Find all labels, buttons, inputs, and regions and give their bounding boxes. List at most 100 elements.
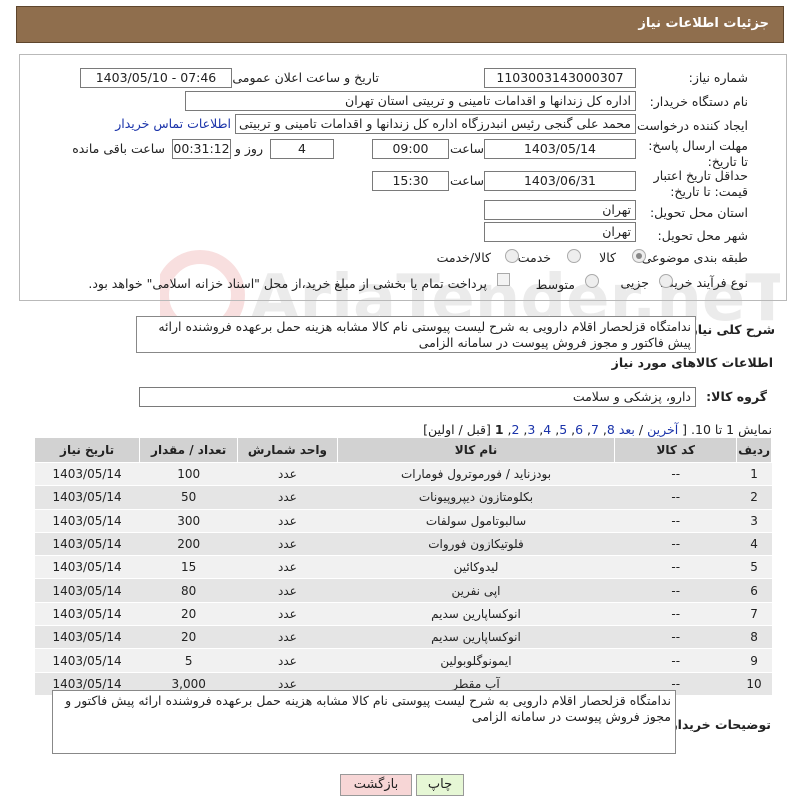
col-header-name: نام کالا [336,437,616,463]
payment-note: پرداخت تمام یا بخشی از مبلغ خرید،از محل … [88,276,487,291]
remaining-time-field: 00:31:12 [172,139,231,159]
col-header-quantity: تعداد / مقدار [139,437,239,463]
category-label: طبقه بندی موضوعی: [637,250,748,265]
cell-code: -- [614,555,737,580]
table-row: 3 -- سالبوتامول سولفات عدد 300 1403/05/14 [34,509,772,533]
pagination-last-link[interactable]: آخرین [647,422,678,437]
cell-date: 1403/05/14 [34,485,140,510]
table-row: 4 -- فلوتیکازون فوروات عدد 200 1403/05/14 [34,532,772,557]
table-row: 8 -- انوکساپارین سدیم عدد 20 1403/05/14 [34,625,772,650]
requester-label: ایجاد کننده درخواست: [632,118,748,133]
deadline-date-field: 1403/05/14 [484,139,636,159]
buyer-notes-label: توضیحات خریدار: [665,717,771,732]
process-radio-minor[interactable] [659,274,673,288]
goods-group-label: گروه کالا: [706,389,767,404]
table-row: 5 -- لیدوکائین عدد 15 1403/05/14 [34,555,772,580]
pagination-page-7[interactable]: 7 [591,422,599,437]
summary-text: ندامتگاه قزلحصار اقلام دارویی به شرح لیس… [136,316,696,353]
validity-date-field: 1403/06/31 [484,171,636,191]
requester-field: محمد علی گنجی رئیس انبدرزگاه اداره کل زن… [235,114,636,134]
validity-label: حداقل تاریخ اعتبار قیمت: تا تاریخ: [653,168,748,199]
cell-name: ایمونوگلوبولین [337,648,615,673]
table-row: 2 -- بکلومتازون دیپروپیونات عدد 50 1403/05/14 [34,485,772,510]
cell-quantity: 300 [139,509,238,533]
category-radio-service[interactable] [567,249,581,263]
cell-quantity: 5 [139,648,238,673]
process-option-medium: متوسط [535,277,575,292]
cell-unit: عدد [237,555,338,580]
pagination-page-8[interactable]: 8 [607,422,615,437]
pagination-page-3[interactable]: 3 [527,422,535,437]
cell-unit: عدد [237,578,338,603]
cell-quantity: 15 [139,555,238,580]
buyer-org-field: اداره کل زندانها و اقدامات تامینی و تربی… [185,91,636,111]
cell-row-number: 7 [736,602,772,627]
cell-unit: عدد [237,602,338,627]
pagination-next-link[interactable]: بعد [619,422,635,437]
goods-table: ردیف کد کالا نام کالا واحد شمارش تعداد /… [33,437,772,696]
category-option-goods-service: کالا/خدمت [436,250,491,265]
remaining-label: ساعت باقی مانده [72,141,165,156]
province-label: استان محل تحویل: [649,205,748,220]
deadline-hour-field: 09:00 [372,139,449,159]
cell-name: انوکساپارین سدیم [337,625,615,650]
deadline-hour-label: ساعت [449,141,484,156]
pagination-page-5[interactable]: 5 [559,422,567,437]
deadline-label: مهلت ارسال پاسخ: تا تاریخ: [648,138,748,169]
cell-name: انوکساپارین سدیم [337,602,615,627]
goods-section-title: اطلاعات کالاهای مورد نیاز [611,355,773,370]
table-row: 7 -- انوکساپارین سدیم عدد 20 1403/05/14 [34,602,772,627]
validity-hour-label: ساعت [449,173,484,188]
cell-code: -- [614,648,737,673]
need-number-label: شماره نیاز: [688,70,748,85]
cell-code: -- [614,532,737,557]
buyer-notes-text: ندامتگاه قزلحصار اقلام دارویی به شرح لیس… [52,690,676,754]
cell-date: 1403/05/14 [34,462,140,487]
cell-unit: عدد [237,485,338,510]
cell-row-number: 4 [736,532,772,557]
process-radio-medium[interactable] [585,274,599,288]
category-option-service: خدمت [517,250,551,265]
cell-code: -- [614,509,737,533]
col-header-unit: واحد شمارش [237,437,338,463]
city-label: شهر محل تحویل: [657,228,748,243]
payment-checkbox[interactable] [497,273,510,286]
days-field: 4 [270,139,334,159]
cell-name: اپی نفرین [337,578,615,603]
cell-name: بودزناید / فورموترول فومارات [337,462,615,487]
cell-row-number: 2 [736,485,772,510]
col-header-row-number: ردیف [736,437,772,463]
cell-code: -- [614,602,737,627]
category-radio-goods-service[interactable] [505,249,519,263]
pagination-page-4[interactable]: 4 [543,422,551,437]
cell-code: -- [614,625,737,650]
cell-quantity: 100 [139,462,238,487]
cell-quantity: 80 [139,578,238,603]
cell-code: -- [614,485,737,510]
pagination: نمایش 1 تا 10. [ آخرین / بعد 8, 7, 6, 5,… [423,422,772,437]
pagination-page-6[interactable]: 6 [575,422,583,437]
province-field: تهران [484,200,636,220]
announce-label: تاریخ و ساعت اعلان عمومی: [228,70,379,85]
cell-quantity: 20 [139,602,238,627]
back-button[interactable]: بازگشت [340,774,412,796]
cell-row-number: 6 [736,578,772,603]
pagination-page-2[interactable]: 2 [511,422,519,437]
table-row: 6 -- اپی نفرین عدد 80 1403/05/14 [34,578,772,603]
contact-info-link[interactable]: اطلاعات تماس خریدار [115,116,231,131]
cell-quantity: 50 [139,485,238,510]
cell-date: 1403/05/14 [34,625,140,650]
cell-unit: عدد [237,648,338,673]
goods-group-field: دارو، پزشکی و سلامت [139,387,696,407]
cell-date: 1403/05/14 [34,648,140,673]
print-button[interactable]: چاپ [416,774,464,796]
pagination-showing: نمایش 1 تا 10. [691,422,772,437]
cell-row-number: 1 [736,462,772,487]
col-header-code: کد کالا [614,437,738,463]
cell-code: -- [614,462,737,487]
cell-name: فلوتیکازون فوروات [337,532,615,557]
cell-date: 1403/05/14 [34,509,140,533]
cell-row-number: 9 [736,648,772,673]
summary-label: شرح کلی نیاز: [685,322,775,337]
category-radio-goods[interactable] [632,249,646,263]
